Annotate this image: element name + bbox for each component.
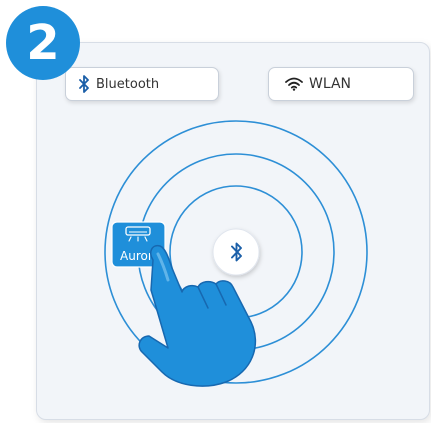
- bluetooth-label: Bluetooth: [96, 76, 160, 92]
- wlan-option-button[interactable]: WLAN: [268, 67, 414, 101]
- bluetooth-icon: [78, 75, 90, 93]
- wlan-label: WLAN: [309, 76, 352, 92]
- bluetooth-option-button[interactable]: Bluetooth: [65, 67, 219, 101]
- wifi-icon: [285, 77, 303, 91]
- center-bluetooth-button: [212, 228, 260, 276]
- step-number-badge: 2: [6, 6, 80, 80]
